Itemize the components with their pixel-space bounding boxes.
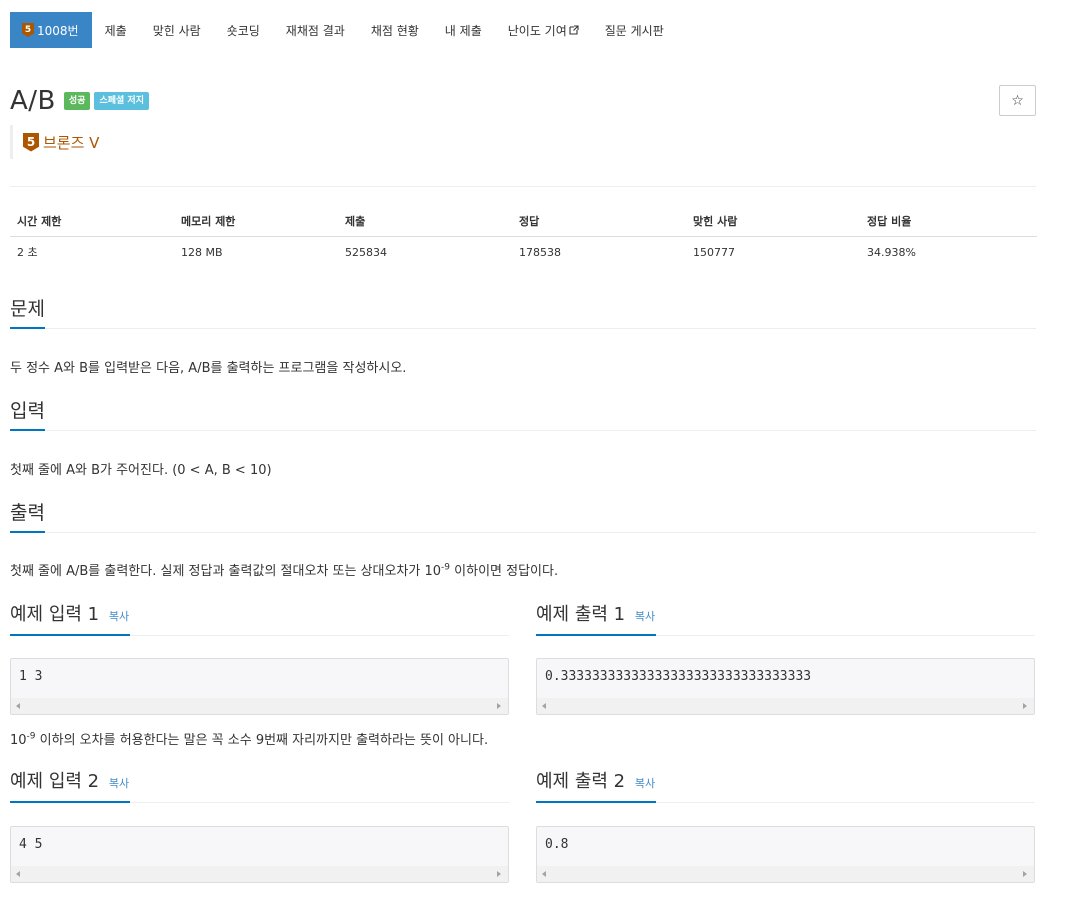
scroll-left-icon[interactable] xyxy=(542,871,546,877)
sample-note-pre: 10 xyxy=(10,733,27,748)
output-section-title: 출력 xyxy=(10,501,45,533)
nav-qna-board[interactable]: 질문 게시판 xyxy=(592,12,677,48)
sample-note: 10-9 이하의 오차를 허용한다는 말은 꼭 소수 9번째 자리까지만 출력하… xyxy=(10,729,488,748)
header-submissions: 제출 xyxy=(338,206,512,237)
time-limit-value: 2 초 xyxy=(17,246,38,260)
nav-submit[interactable]: 제출 xyxy=(92,12,140,48)
sample-output-2-header: 예제 출력 2 복사 xyxy=(536,769,1035,803)
copy-button[interactable]: 복사 xyxy=(635,777,655,790)
sample-note-exponent: -9 xyxy=(26,731,36,742)
header-memory-limit: 메모리 제한 xyxy=(174,206,338,237)
table-header-row: 시간 제한 메모리 제한 제출 정답 맞힌 사람 정답 비율 xyxy=(10,206,1037,237)
horizontal-scrollbar[interactable] xyxy=(11,698,508,714)
scroll-right-icon[interactable] xyxy=(497,871,501,877)
external-link-icon xyxy=(569,25,579,35)
sample-output-1-title-wrap: 예제 출력 1 복사 xyxy=(536,602,657,636)
submissions-value: 525834 xyxy=(345,245,387,259)
sample-output-1-header: 예제 출력 1 복사 xyxy=(536,602,1035,636)
nav-problem-label: 1008번 xyxy=(37,23,79,38)
solved-users-value: 150777 xyxy=(693,245,735,259)
special-judge-badge: 스페셜 저지 xyxy=(94,92,149,110)
memory-limit-value: 128 MB xyxy=(181,245,223,259)
accept-ratio-value: 34.938% xyxy=(867,245,916,259)
output-text-exponent: -9 xyxy=(441,562,451,573)
page-title: A/B xyxy=(10,86,56,116)
sample-input-1-code: 1 3 xyxy=(19,669,43,684)
sample-output-1-box[interactable]: 0.33333333333333333333333333333333 xyxy=(536,658,1035,715)
copy-button[interactable]: 복사 xyxy=(109,777,129,790)
horizontal-scrollbar[interactable] xyxy=(537,866,1034,882)
sample-output-2-code: 0.8 xyxy=(545,837,569,852)
header-accepted: 정답 xyxy=(512,206,686,237)
bronze-tier-icon: 5 xyxy=(23,132,39,152)
problem-menu: 5 1008번 제출 맞힌 사람 숏코딩 재채점 결과 채점 현황 내 제출 난… xyxy=(10,12,677,48)
output-text-pre: 첫째 줄에 A/B를 출력한다. 실제 정답과 출력값의 절대오차 또는 상대오… xyxy=(10,564,442,579)
output-text-post: 이하이면 정답이다. xyxy=(450,564,559,579)
problem-info-table: 시간 제한 메모리 제한 제출 정답 맞힌 사람 정답 비율 2 초 128 M… xyxy=(10,206,1037,268)
scroll-left-icon[interactable] xyxy=(16,871,20,877)
input-section-header: 입력 xyxy=(10,399,1036,431)
scroll-right-icon[interactable] xyxy=(1023,871,1027,877)
sample-input-2-code: 4 5 xyxy=(19,837,43,852)
sample-input-2-title-wrap: 예제 입력 2 복사 xyxy=(10,769,131,803)
scroll-left-icon[interactable] xyxy=(16,703,20,709)
nav-difficulty-contribution[interactable]: 난이도 기여 xyxy=(495,12,592,48)
problem-section-title: 문제 xyxy=(10,297,45,329)
nav-short-coding[interactable]: 숏코딩 xyxy=(214,12,273,48)
favorite-button[interactable]: ☆ xyxy=(999,85,1036,116)
nav-my-submissions[interactable]: 내 제출 xyxy=(432,12,495,48)
scroll-right-icon[interactable] xyxy=(1023,703,1027,709)
status-badge-success: 성공 xyxy=(63,92,91,110)
input-description: 첫째 줄에 A와 B가 주어진다. (0 < A, B < 10) xyxy=(10,463,272,478)
scroll-right-icon[interactable] xyxy=(497,703,501,709)
header-accept-ratio: 정답 비율 xyxy=(860,206,1037,237)
accepted-value: 178538 xyxy=(519,245,561,259)
nav-solved-users[interactable]: 맞힌 사람 xyxy=(140,12,214,48)
sample-output-2-title-wrap: 예제 출력 2 복사 xyxy=(536,769,657,803)
sample-output-1-code: 0.33333333333333333333333333333333 xyxy=(545,669,812,684)
sample-input-1-title: 예제 입력 1 xyxy=(10,604,100,625)
divider xyxy=(10,186,1036,187)
nav-problem-tab[interactable]: 5 1008번 xyxy=(10,12,92,48)
star-icon: ☆ xyxy=(1011,92,1024,109)
sample-input-1-box[interactable]: 1 3 xyxy=(10,658,509,715)
nav-difficulty-label: 난이도 기여 xyxy=(507,23,567,38)
sample-input-2-header: 예제 입력 2 복사 xyxy=(10,769,509,803)
problem-title-row: A/B 성공 스페셜 저지 xyxy=(10,86,149,116)
copy-button[interactable]: 복사 xyxy=(635,610,655,623)
sample-output-2-box[interactable]: 0.8 xyxy=(536,826,1035,883)
sample-input-1-header: 예제 입력 1 복사 xyxy=(10,602,509,636)
sample-note-post: 이하의 오차를 허용한다는 말은 꼭 소수 9번째 자리까지만 출력하라는 뜻이… xyxy=(35,733,489,748)
header-solved-users: 맞힌 사람 xyxy=(686,206,860,237)
input-section-title: 입력 xyxy=(10,399,45,431)
sample-input-1-title-wrap: 예제 입력 1 복사 xyxy=(10,602,131,636)
tier-info: 5 브론즈 V xyxy=(10,125,99,159)
horizontal-scrollbar[interactable] xyxy=(537,698,1034,714)
problem-description: 두 정수 A와 B를 입력받은 다음, A/B를 출력하는 프로그램을 작성하시… xyxy=(10,361,407,376)
copy-button[interactable]: 복사 xyxy=(109,610,129,623)
bronze-tier-icon: 5 xyxy=(22,23,34,37)
output-description: 첫째 줄에 A/B를 출력한다. 실제 정답과 출력값의 절대오차 또는 상대오… xyxy=(10,560,558,579)
header-time-limit: 시간 제한 xyxy=(10,206,174,237)
sample-output-2-title: 예제 출력 2 xyxy=(536,771,626,792)
tier-label[interactable]: 브론즈 V xyxy=(43,132,99,153)
sample-input-2-box[interactable]: 4 5 xyxy=(10,826,509,883)
output-section-header: 출력 xyxy=(10,501,1036,533)
horizontal-scrollbar[interactable] xyxy=(11,866,508,882)
problem-section-header: 문제 xyxy=(10,297,1036,329)
table-row: 2 초 128 MB 525834 178538 150777 34.938% xyxy=(10,236,1037,268)
sample-input-2-title: 예제 입력 2 xyxy=(10,771,100,792)
nav-rejudge-result[interactable]: 재채점 결과 xyxy=(273,12,358,48)
nav-status[interactable]: 채점 현황 xyxy=(358,12,432,48)
scroll-left-icon[interactable] xyxy=(542,703,546,709)
sample-output-1-title: 예제 출력 1 xyxy=(536,604,626,625)
